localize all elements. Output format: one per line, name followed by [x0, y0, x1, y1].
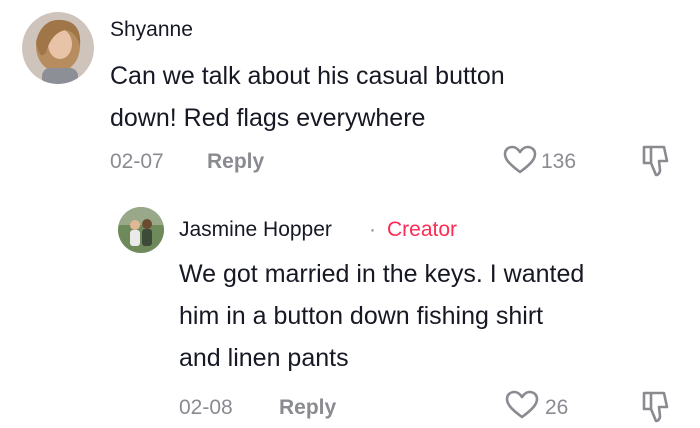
reply-button[interactable]: Reply: [279, 396, 336, 420]
heart-outline-icon[interactable]: [505, 390, 539, 420]
comment-text-line: down! Red flags everywhere: [110, 104, 426, 132]
reply-text-line: and linen pants: [179, 344, 349, 372]
creator-badge: Creator: [387, 218, 458, 241]
like-count: 26: [545, 396, 569, 419]
comment-username[interactable]: Shyanne: [110, 18, 193, 42]
avatar[interactable]: [118, 207, 164, 253]
reply-date: 02-08: [179, 396, 233, 419]
thumbs-down-icon[interactable]: [640, 389, 674, 423]
avatar-photo: [22, 12, 94, 84]
comment-date: 02-07: [110, 150, 164, 173]
avatar-photo: [118, 207, 164, 253]
like-count: 136: [541, 150, 577, 173]
reply-text-line: We got married in the keys. I wanted: [179, 260, 585, 288]
thumbs-down-icon[interactable]: [640, 143, 674, 177]
reply-username[interactable]: Jasmine Hopper: [179, 218, 332, 242]
separator-dot: ·: [369, 218, 376, 241]
reply-text-line: him in a button down fishing shirt: [179, 302, 544, 330]
reply-button[interactable]: Reply: [207, 150, 264, 174]
avatar[interactable]: [22, 12, 94, 84]
reply-text: We got married in the keys. I wanted him…: [179, 253, 584, 379]
comment-text-line: Can we talk about his casual button: [110, 62, 505, 90]
heart-outline-icon[interactable]: [503, 145, 537, 175]
comment-text: Can we talk about his casual button down…: [110, 55, 505, 139]
